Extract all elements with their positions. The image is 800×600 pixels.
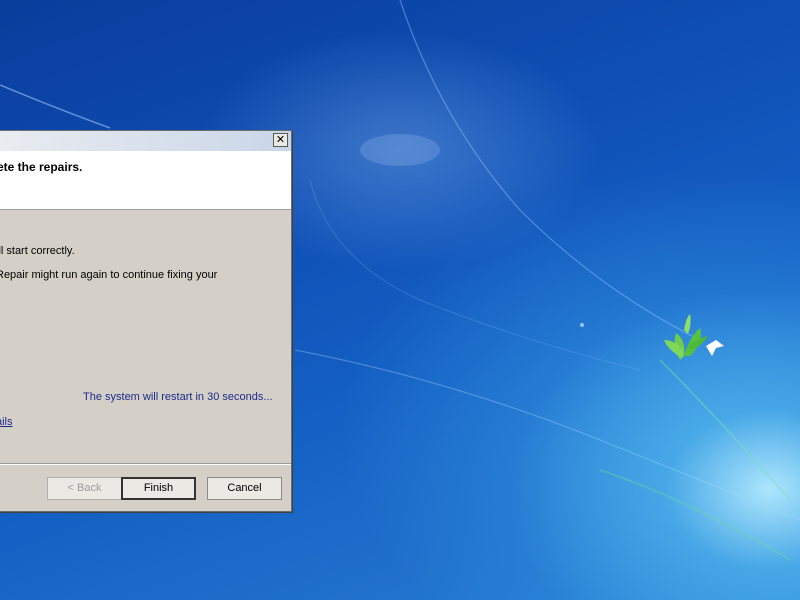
header-title: ete the repairs.	[0, 160, 83, 174]
close-icon[interactable]: ✕	[273, 133, 288, 147]
startup-repair-dialog: ✕ ete the repairs. ill start correctly. …	[0, 130, 292, 512]
status-line-2: Repair might run again to continue fixin…	[0, 269, 218, 281]
finish-button[interactable]: Finish	[121, 477, 196, 500]
restart-countdown-text: The system will restart in 30 seconds...	[83, 391, 273, 403]
view-details-link[interactable]: ails	[0, 416, 13, 428]
cancel-button[interactable]: Cancel	[207, 477, 282, 500]
back-button[interactable]: < Back	[47, 477, 122, 500]
title-bar: ✕	[0, 131, 291, 151]
dialog-header: ete the repairs.	[0, 151, 291, 210]
status-line-1: ill start correctly.	[0, 245, 75, 257]
button-separator	[0, 463, 291, 465]
